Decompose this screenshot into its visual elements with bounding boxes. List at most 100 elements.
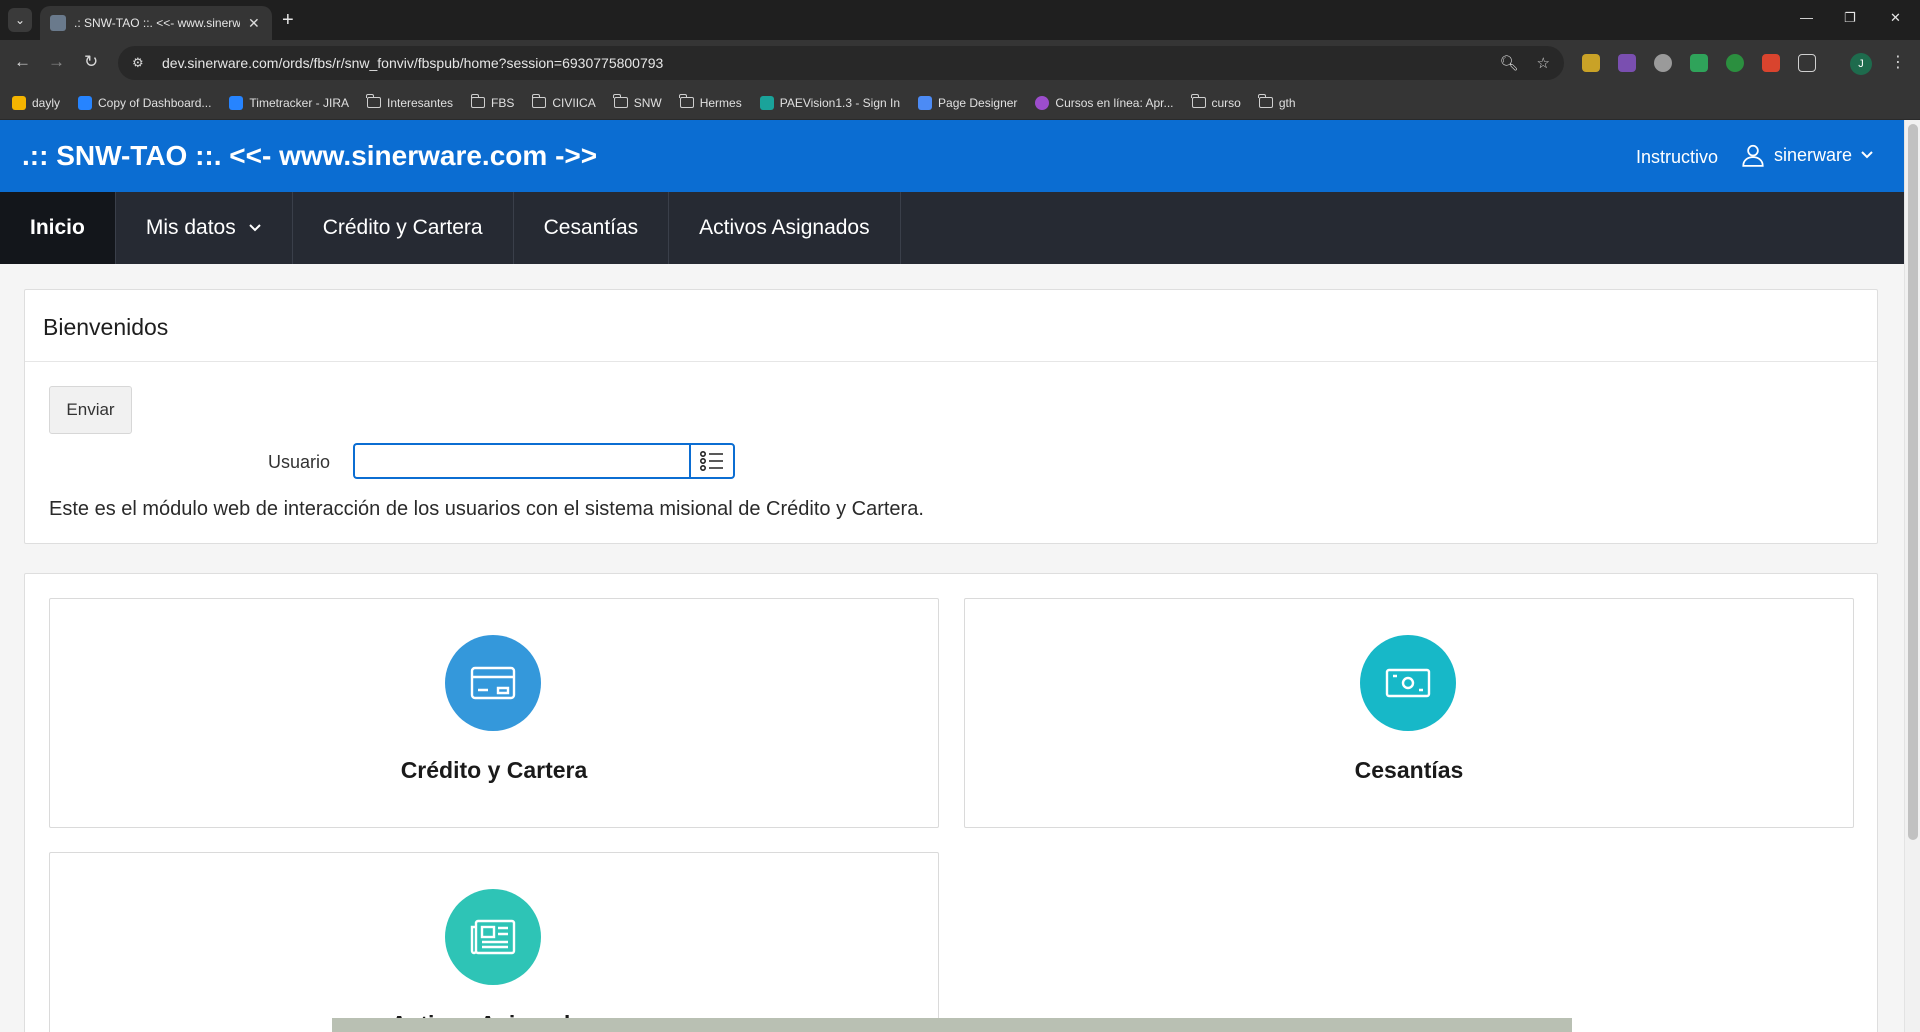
bookmark-item[interactable]: Cursos en línea: Apr... xyxy=(1035,95,1174,110)
folder-icon xyxy=(470,94,486,108)
nav-item-inicio[interactable]: Inicio xyxy=(0,192,116,264)
tab-search-icon[interactable]: ⌄ xyxy=(8,8,32,32)
profile-avatar[interactable]: J xyxy=(1850,53,1872,75)
folder-icon xyxy=(613,94,628,108)
intro-text: Este es el módulo web de interacción de … xyxy=(49,498,924,520)
user-icon xyxy=(1742,144,1764,167)
extension-icon[interactable] xyxy=(1726,54,1744,72)
course-icon xyxy=(1035,95,1050,110)
page-scrollbar[interactable] xyxy=(1904,120,1920,1032)
bookmark-item[interactable]: curso xyxy=(1191,94,1241,110)
nav-item-label: Crédito y Cartera xyxy=(322,216,483,239)
bookmark-item[interactable]: gth xyxy=(1258,94,1296,110)
bookmarks-bar: dayly Copy of Dashboard... Timetracker - J… xyxy=(0,86,1920,120)
bookmark-item[interactable]: SNW xyxy=(613,94,662,110)
bookmark-label: Copy of Dashboard... xyxy=(98,95,212,110)
bookmark-label: FBS xyxy=(491,95,515,110)
new-tab-icon[interactable]: + xyxy=(282,8,294,32)
list-of-values-button[interactable] xyxy=(689,443,735,479)
bookmark-item[interactable]: FBS xyxy=(470,94,515,110)
main-nav: Inicio Mis datos Crédito y Cartera Cesan… xyxy=(0,192,1904,264)
bookmark-label: Hermes xyxy=(699,95,742,110)
scrollbar-thumb[interactable] xyxy=(1908,124,1918,840)
restore-icon[interactable]: ❐ xyxy=(1844,10,1856,26)
extension-icon[interactable] xyxy=(1618,54,1636,72)
credit-card-icon xyxy=(445,635,541,731)
overlay-strip xyxy=(332,1018,1572,1032)
browser-tabstrip: ⌄ .: SNW-TAO ::. <<- www.sinerw ✕ + — ❐ … xyxy=(0,0,1920,40)
money-icon xyxy=(1360,635,1456,731)
apex-icon xyxy=(918,95,933,110)
bookmark-label: SNW xyxy=(633,95,662,110)
bookmark-item[interactable]: PAEVision1.3 - Sign In xyxy=(759,95,901,110)
usuario-label: Usuario xyxy=(268,452,331,472)
close-window-icon[interactable]: ✕ xyxy=(1890,10,1901,26)
forward-icon[interactable]: → xyxy=(48,52,65,72)
enviar-button[interactable]: Enviar xyxy=(49,386,132,434)
app-title[interactable]: .:: SNW-TAO ::. <<- www.sinerware.com ->… xyxy=(22,140,597,172)
bookmark-item[interactable]: Page Designer xyxy=(918,95,1018,110)
card-cesantias[interactable]: Cesantías xyxy=(964,598,1854,828)
nav-item-label: Mis datos xyxy=(145,216,236,239)
extension-icon[interactable] xyxy=(1582,54,1600,72)
bookmark-label: CIVIICA xyxy=(552,95,596,110)
page-icon xyxy=(759,95,774,110)
extension-icon[interactable] xyxy=(1654,54,1672,72)
bookmark-label: gth xyxy=(1278,95,1296,110)
drive-icon xyxy=(12,95,26,110)
card-activos-asignados[interactable]: Activos Asignados xyxy=(49,852,939,1032)
extensions-puzzle-icon[interactable] xyxy=(1798,54,1816,72)
help-link[interactable]: Instructivo xyxy=(1636,147,1718,168)
region-title: Bienvenidos xyxy=(25,290,1877,362)
minimize-icon[interactable]: — xyxy=(1800,10,1813,25)
bookmark-item[interactable]: Copy of Dashboard... xyxy=(78,95,212,110)
card-title: Cesantías xyxy=(1354,757,1464,783)
bookmark-label: Cursos en línea: Apr... xyxy=(1055,95,1174,110)
reload-icon[interactable]: ↻ xyxy=(84,52,98,72)
bookmark-label: PAEVision1.3 - Sign In xyxy=(779,95,901,110)
bookmark-label: curso xyxy=(1211,95,1241,110)
chevron-down-icon xyxy=(1861,151,1873,159)
chevron-down-icon xyxy=(249,224,261,232)
newspaper-icon xyxy=(445,889,541,985)
welcome-region: Bienvenidos Enviar Usuario Este es el mó… xyxy=(24,289,1878,544)
folder-icon xyxy=(1191,94,1206,108)
url-text[interactable]: dev.sinerware.com/ords/fbs/r/snw_fonviv/… xyxy=(162,55,1482,71)
user-menu[interactable]: sinerware xyxy=(1740,142,1874,168)
bookmark-label: dayly xyxy=(32,95,61,110)
zoom-icon[interactable]: 🔍︎ xyxy=(1500,54,1519,72)
tab-close-icon[interactable]: ✕ xyxy=(248,15,262,32)
bookmark-item[interactable]: CIVIICA xyxy=(531,94,596,110)
nav-item-credito-cartera[interactable]: Crédito y Cartera xyxy=(293,192,514,264)
nav-item-activos-asignados[interactable]: Activos Asignados xyxy=(669,192,901,264)
bookmark-label: Page Designer xyxy=(938,95,1018,110)
folder-icon xyxy=(366,94,381,108)
app-header: .:: SNW-TAO ::. <<- www.sinerware.com ->… xyxy=(0,120,1904,192)
bookmark-label: Interesantes xyxy=(386,95,454,110)
bookmark-item[interactable]: dayly xyxy=(12,95,61,110)
page-viewport: .:: SNW-TAO ::. <<- www.sinerware.com ->… xyxy=(0,120,1904,1032)
nav-item-label: Activos Asignados xyxy=(699,216,870,239)
extension-icon[interactable] xyxy=(1690,54,1708,72)
bookmark-item[interactable]: Interesantes xyxy=(366,94,454,110)
folder-icon xyxy=(531,94,547,108)
bookmark-star-icon[interactable]: ☆ xyxy=(1537,54,1550,72)
tab-favicon-icon xyxy=(50,15,66,31)
card-credito-cartera[interactable]: Crédito y Cartera xyxy=(49,598,939,828)
nav-item-label: Inicio xyxy=(30,216,85,239)
site-info-icon[interactable]: ⚙ xyxy=(132,55,154,71)
folder-icon xyxy=(1258,94,1273,108)
cards-region: Crédito y Cartera Cesantías Activos Asig… xyxy=(24,573,1878,1032)
address-bar[interactable]: ⚙ dev.sinerware.com/ords/fbs/r/snw_fonvi… xyxy=(118,46,1564,80)
bookmark-item[interactable]: Timetracker - JIRA xyxy=(229,95,349,110)
list-icon xyxy=(699,450,723,472)
nav-item-mis-datos[interactable]: Mis datos xyxy=(116,192,293,264)
jira-icon xyxy=(78,95,93,110)
extension-icon[interactable] xyxy=(1762,54,1780,72)
back-icon[interactable]: ← xyxy=(14,52,31,72)
usuario-input[interactable] xyxy=(353,443,691,479)
bookmark-item[interactable]: Hermes xyxy=(679,94,742,110)
nav-item-cesantias[interactable]: Cesantías xyxy=(514,192,670,264)
browser-tab[interactable]: .: SNW-TAO ::. <<- www.sinerw ✕ xyxy=(40,6,272,40)
browser-menu-icon[interactable]: ⋮ xyxy=(1890,52,1906,72)
